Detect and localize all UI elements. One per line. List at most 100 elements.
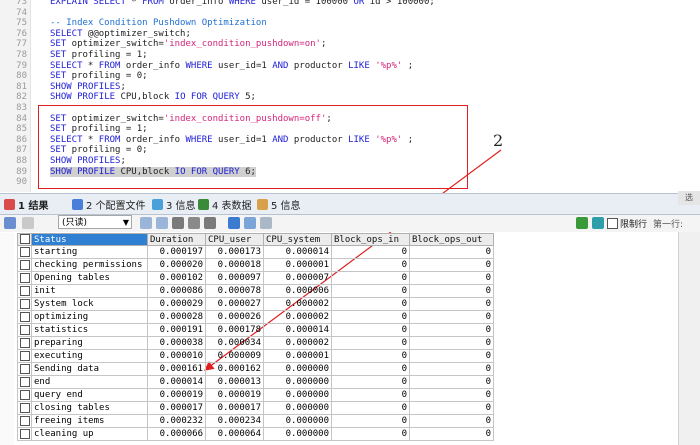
reload-icon[interactable]	[592, 217, 604, 229]
table-cell[interactable]: 0.000000	[263, 414, 332, 428]
table-cell[interactable]: 0	[331, 271, 410, 285]
table-cell[interactable]: 0.000009	[205, 349, 264, 363]
table-row[interactable]: init 0.000086 0.000078 0.000006 0 0	[17, 284, 494, 298]
row-checkbox[interactable]	[17, 349, 32, 363]
table-cell[interactable]: 0	[331, 427, 410, 441]
row-checkbox[interactable]	[17, 297, 32, 311]
table-cell[interactable]: 0.000018	[205, 258, 264, 272]
table-cell[interactable]: statistics	[31, 323, 148, 337]
table-cell[interactable]: 0	[331, 362, 410, 376]
column-header-cpu-user[interactable]: CPU_user	[205, 233, 264, 246]
table-cell[interactable]: System lock	[31, 297, 148, 311]
column-header-block-ops-in[interactable]: Block_ops_in	[331, 233, 410, 246]
table-cell[interactable]: init	[31, 284, 148, 298]
row-checkbox[interactable]	[17, 375, 32, 389]
table-cell[interactable]: 0	[409, 284, 494, 298]
table-cell[interactable]: optimizing	[31, 310, 148, 324]
table-cell[interactable]: 0.000001	[263, 258, 332, 272]
row-checkbox[interactable]	[17, 336, 32, 350]
table-cell[interactable]: 0.000066	[147, 427, 206, 441]
table-row[interactable]: cleaning up 0.000066 0.000064 0.000000 0 0	[17, 427, 494, 441]
table-cell[interactable]: 0.000002	[263, 297, 332, 311]
table-cell[interactable]: 0	[331, 336, 410, 350]
table-cell[interactable]: 0	[409, 271, 494, 285]
row-checkbox[interactable]	[17, 362, 32, 376]
table-cell[interactable]: 0.000017	[147, 401, 206, 415]
table-cell[interactable]: 0.000064	[205, 427, 264, 441]
table-cell[interactable]: 0	[409, 427, 494, 441]
table-cell[interactable]: closing tables	[31, 401, 148, 415]
table-cell[interactable]: 0.000027	[205, 297, 264, 311]
table-row[interactable]: query end 0.000019 0.000019 0.000000 0 0	[17, 388, 494, 402]
row-checkbox[interactable]	[17, 388, 32, 402]
table-cell[interactable]: 0	[409, 258, 494, 272]
tab-info-2[interactable]: 5 信息	[257, 197, 301, 212]
dropdown-icon[interactable]	[22, 217, 34, 229]
table-cell[interactable]: 0	[409, 297, 494, 311]
table-cell[interactable]: 0	[331, 349, 410, 363]
row-checkbox[interactable]	[17, 414, 32, 428]
table-cell[interactable]: 0	[409, 245, 494, 259]
paste-icon[interactable]	[156, 217, 168, 229]
save-icon[interactable]	[172, 217, 184, 229]
delete-icon[interactable]	[188, 217, 200, 229]
table-cell[interactable]: 0	[331, 310, 410, 324]
tab-info[interactable]: 3 信息	[152, 197, 196, 212]
tab-profiles[interactable]: 2 个配置文件	[72, 197, 146, 212]
table-cell[interactable]: 0.000006	[263, 284, 332, 298]
table-cell[interactable]: preparing	[31, 336, 148, 350]
column-header-status[interactable]: Status	[31, 233, 148, 246]
copy-icon[interactable]	[140, 217, 152, 229]
table-cell[interactable]: 0	[409, 349, 494, 363]
table-cell[interactable]: 0.000102	[147, 271, 206, 285]
table-cell[interactable]: query end	[31, 388, 148, 402]
row-checkbox[interactable]	[17, 401, 32, 415]
table-cell[interactable]: 0.000161	[147, 362, 206, 376]
table-cell[interactable]: 0.000026	[205, 310, 264, 324]
table-cell[interactable]: 0	[409, 336, 494, 350]
table-cell[interactable]: 0.000000	[263, 362, 332, 376]
table-cell[interactable]: 0.000000	[263, 427, 332, 441]
mode-select[interactable]: (只读) ▼	[58, 215, 132, 229]
table-cell[interactable]: checking permissions	[31, 258, 148, 272]
table-cell[interactable]: starting	[31, 245, 148, 259]
form-view-icon[interactable]	[244, 217, 256, 229]
refresh-icon[interactable]	[204, 217, 216, 229]
table-row[interactable]: optimizing 0.000028 0.000026 0.000002 0 0	[17, 310, 494, 324]
table-row[interactable]: Opening tables 0.000102 0.000097 0.000007 0 0	[17, 271, 494, 285]
column-header-block-ops-out[interactable]: Block_ops_out	[409, 233, 494, 246]
table-cell[interactable]: 0	[331, 401, 410, 415]
table-cell[interactable]: 0.000000	[263, 401, 332, 415]
export-icon[interactable]	[4, 217, 16, 229]
table-cell[interactable]: 0.000019	[147, 388, 206, 402]
select-all-checkbox[interactable]	[17, 233, 32, 246]
table-row[interactable]: executing 0.000010 0.000009 0.000001 0 0	[17, 349, 494, 363]
table-cell[interactable]: 0.000078	[205, 284, 264, 298]
table-cell[interactable]: 0.000002	[263, 336, 332, 350]
table-cell[interactable]: 0.000191	[147, 323, 206, 337]
table-cell[interactable]: Opening tables	[31, 271, 148, 285]
table-cell[interactable]: 0.000014	[263, 245, 332, 259]
table-row[interactable]: closing tables 0.000017 0.000017 0.000000 0 0	[17, 401, 494, 415]
table-cell[interactable]: 0.000001	[263, 349, 332, 363]
table-row[interactable]: System lock 0.000029 0.000027 0.000002 0 0	[17, 297, 494, 311]
table-cell[interactable]: 0	[409, 375, 494, 389]
table-cell[interactable]: 0.000097	[205, 271, 264, 285]
table-cell[interactable]: 0	[409, 323, 494, 337]
table-row[interactable]: preparing 0.000038 0.000034 0.000002 0 0	[17, 336, 494, 350]
table-cell[interactable]: 0	[331, 297, 410, 311]
table-cell[interactable]: 0	[409, 310, 494, 324]
filter-icon[interactable]	[576, 217, 588, 229]
row-checkbox[interactable]	[17, 258, 32, 272]
row-checkbox[interactable]	[17, 427, 32, 441]
table-cell[interactable]: 0.000028	[147, 310, 206, 324]
table-cell[interactable]: Sending data	[31, 362, 148, 376]
table-cell[interactable]: 0	[409, 414, 494, 428]
table-cell[interactable]: 0	[331, 258, 410, 272]
row-checkbox[interactable]	[17, 245, 32, 259]
table-cell[interactable]: 0.000029	[147, 297, 206, 311]
table-cell[interactable]: 0	[331, 284, 410, 298]
sql-editor[interactable]: 73 74 75 76 77 78 79 80 81 82 83 84 85 86 87 88 89 90 EXP…	[0, 0, 700, 192]
table-cell[interactable]: 0	[331, 388, 410, 402]
table-cell[interactable]: 0.000000	[263, 375, 332, 389]
